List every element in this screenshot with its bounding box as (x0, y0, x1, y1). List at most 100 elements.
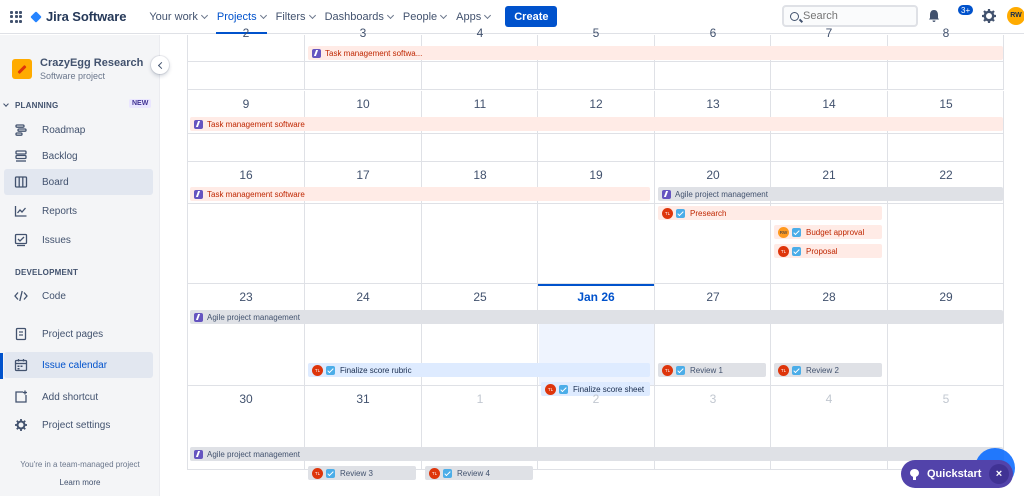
day-cell[interactable]: 21 (771, 162, 888, 283)
task-checkbox-icon (326, 468, 335, 478)
lightbulb-icon (910, 468, 919, 480)
calendar-event-task[interactable]: TL Finalize score rubric (308, 363, 650, 377)
code-icon (14, 289, 28, 303)
assignee-avatar: RW (778, 226, 789, 238)
sidebar-item-board[interactable]: Board (4, 169, 153, 195)
app-switcher-icon[interactable] (10, 10, 22, 23)
calendar-event-task[interactable]: TL Proposal (774, 244, 882, 258)
search-input[interactable] (803, 10, 903, 22)
sidebar-item-project-pages[interactable]: Project pages (4, 321, 153, 347)
day-cell[interactable]: 4 (422, 26, 538, 89)
task-checkbox-icon (443, 468, 452, 478)
event-label: Task management software (207, 189, 305, 199)
epic-icon (194, 449, 203, 459)
day-cell[interactable]: 8 (888, 26, 1004, 89)
calendar-event-task[interactable]: TL Review 3 (308, 466, 416, 480)
day-cell[interactable]: 23 (188, 284, 305, 385)
day-number: 30 (239, 392, 253, 406)
day-cell[interactable]: 29 (888, 284, 1004, 385)
event-label: Agile project management (207, 449, 300, 459)
day-number: 16 (239, 168, 253, 182)
sidebar-item-issue-calendar[interactable]: Issue calendar (4, 352, 153, 378)
assignee-avatar: TL (429, 467, 440, 479)
day-cell[interactable]: 18 (422, 162, 538, 283)
calendar-event-epic[interactable]: Agile project management (190, 447, 1003, 461)
calendar-week: 2 3 4 5 6 7 8 Task management softwa... (188, 26, 1004, 90)
calendar-week: 16 17 18 19 20 21 22 Task management sof… (188, 162, 1004, 284)
day-cell[interactable]: 20 (655, 162, 771, 283)
pages-icon (14, 327, 28, 341)
create-button[interactable]: Create (505, 6, 558, 27)
calendar-event-task[interactable]: RW Budget approval (774, 225, 882, 239)
issue-calendar: 2 3 4 5 6 7 8 Task management softwa... … (187, 26, 1004, 480)
calendar-week: 23 24 25 Jan 26 27 28 29 Agile project m… (188, 284, 1004, 396)
calendar-event-epic[interactable]: Agile project management (658, 187, 1003, 201)
day-cell[interactable]: 17 (305, 162, 422, 283)
calendar-event-epic[interactable]: Task management software (190, 117, 1003, 131)
sidebar-item-label: Add shortcut (42, 391, 99, 403)
event-label: Presearch (690, 208, 727, 218)
day-cell[interactable]: 22 (888, 162, 1004, 283)
row-divider (188, 133, 1004, 134)
learn-more-link[interactable]: Learn more (0, 478, 160, 487)
day-number: 18 (473, 168, 487, 182)
nav-label: Apps (456, 10, 482, 23)
calendar-event-epic[interactable]: Task management software (190, 187, 650, 201)
sidebar-item-reports[interactable]: Reports (4, 198, 153, 224)
day-cell[interactable]: 6 (655, 26, 771, 89)
nav-label: Dashboards (324, 10, 384, 23)
project-header[interactable]: CrazyEgg Research Software project (12, 57, 143, 81)
day-cell[interactable]: 2 (188, 26, 305, 89)
sidebar-item-project-settings[interactable]: Project settings (4, 412, 153, 438)
search-field[interactable] (782, 5, 918, 27)
user-avatar[interactable]: RW (1007, 7, 1024, 25)
sidebar-item-code[interactable]: Code (4, 283, 153, 309)
settings-gear-icon[interactable] (981, 8, 997, 24)
calendar-event-epic[interactable]: Agile project management (190, 310, 1003, 324)
day-cell[interactable]: 5 (538, 26, 655, 89)
calendar-event-task[interactable]: TL Presearch (658, 206, 882, 220)
sidebar-item-backlog[interactable]: Backlog (4, 143, 153, 169)
event-label: Agile project management (207, 312, 300, 322)
sidebar-item-label: Backlog (42, 150, 78, 162)
day-number-today: Jan 26 (577, 290, 615, 304)
day-number: 23 (239, 290, 253, 304)
assignee-avatar: TL (312, 364, 323, 376)
calendar-event-task[interactable]: TL Review 2 (774, 363, 882, 377)
quickstart-button[interactable]: Quickstart × (901, 460, 1013, 488)
day-number: 31 (356, 392, 370, 406)
calendar-event-task[interactable]: TL Review 4 (425, 466, 533, 480)
chevron-down-icon (259, 11, 267, 19)
project-type: Software project (40, 71, 106, 81)
day-cell[interactable]: 3 (305, 26, 422, 89)
sidebar-item-add-shortcut[interactable]: Add shortcut (4, 384, 153, 410)
planning-section-label[interactable]: PLANNING (15, 101, 58, 110)
day-number: 8 (942, 26, 950, 40)
day-number: 2 (592, 392, 600, 406)
notifications-icon[interactable] (926, 8, 942, 24)
sidebar-item-issues[interactable]: Issues (4, 227, 153, 253)
day-number: 19 (589, 168, 603, 182)
chevron-down-icon[interactable] (3, 101, 9, 107)
quickstart-label: Quickstart (927, 468, 982, 480)
close-icon[interactable]: × (989, 464, 1009, 484)
day-number: 6 (709, 26, 717, 40)
nav-label: People (402, 10, 438, 23)
day-number: 4 (825, 392, 833, 406)
calendar-event-task[interactable]: TL Review 1 (658, 363, 766, 377)
calendar-event-epic[interactable]: Task management softwa... (308, 46, 1003, 60)
sidebar-item-label: Reports (42, 205, 78, 217)
day-cell[interactable]: 7 (771, 26, 888, 89)
development-section-label: DEVELOPMENT (15, 268, 79, 277)
day-cell[interactable]: 16 (188, 162, 305, 283)
team-managed-note: You're in a team-managed project (20, 460, 140, 469)
notification-badge: 3+ (957, 4, 975, 16)
event-label: Review 2 (806, 365, 839, 375)
row-divider (188, 61, 1004, 62)
collapse-sidebar-button[interactable] (151, 56, 169, 74)
jira-logo[interactable]: Jira Software (30, 9, 126, 24)
day-cell[interactable]: 19 (538, 162, 655, 283)
sidebar-item-roadmap[interactable]: Roadmap (4, 117, 153, 143)
board-icon (14, 175, 28, 189)
sidebar-item-label: Project pages (42, 328, 104, 340)
